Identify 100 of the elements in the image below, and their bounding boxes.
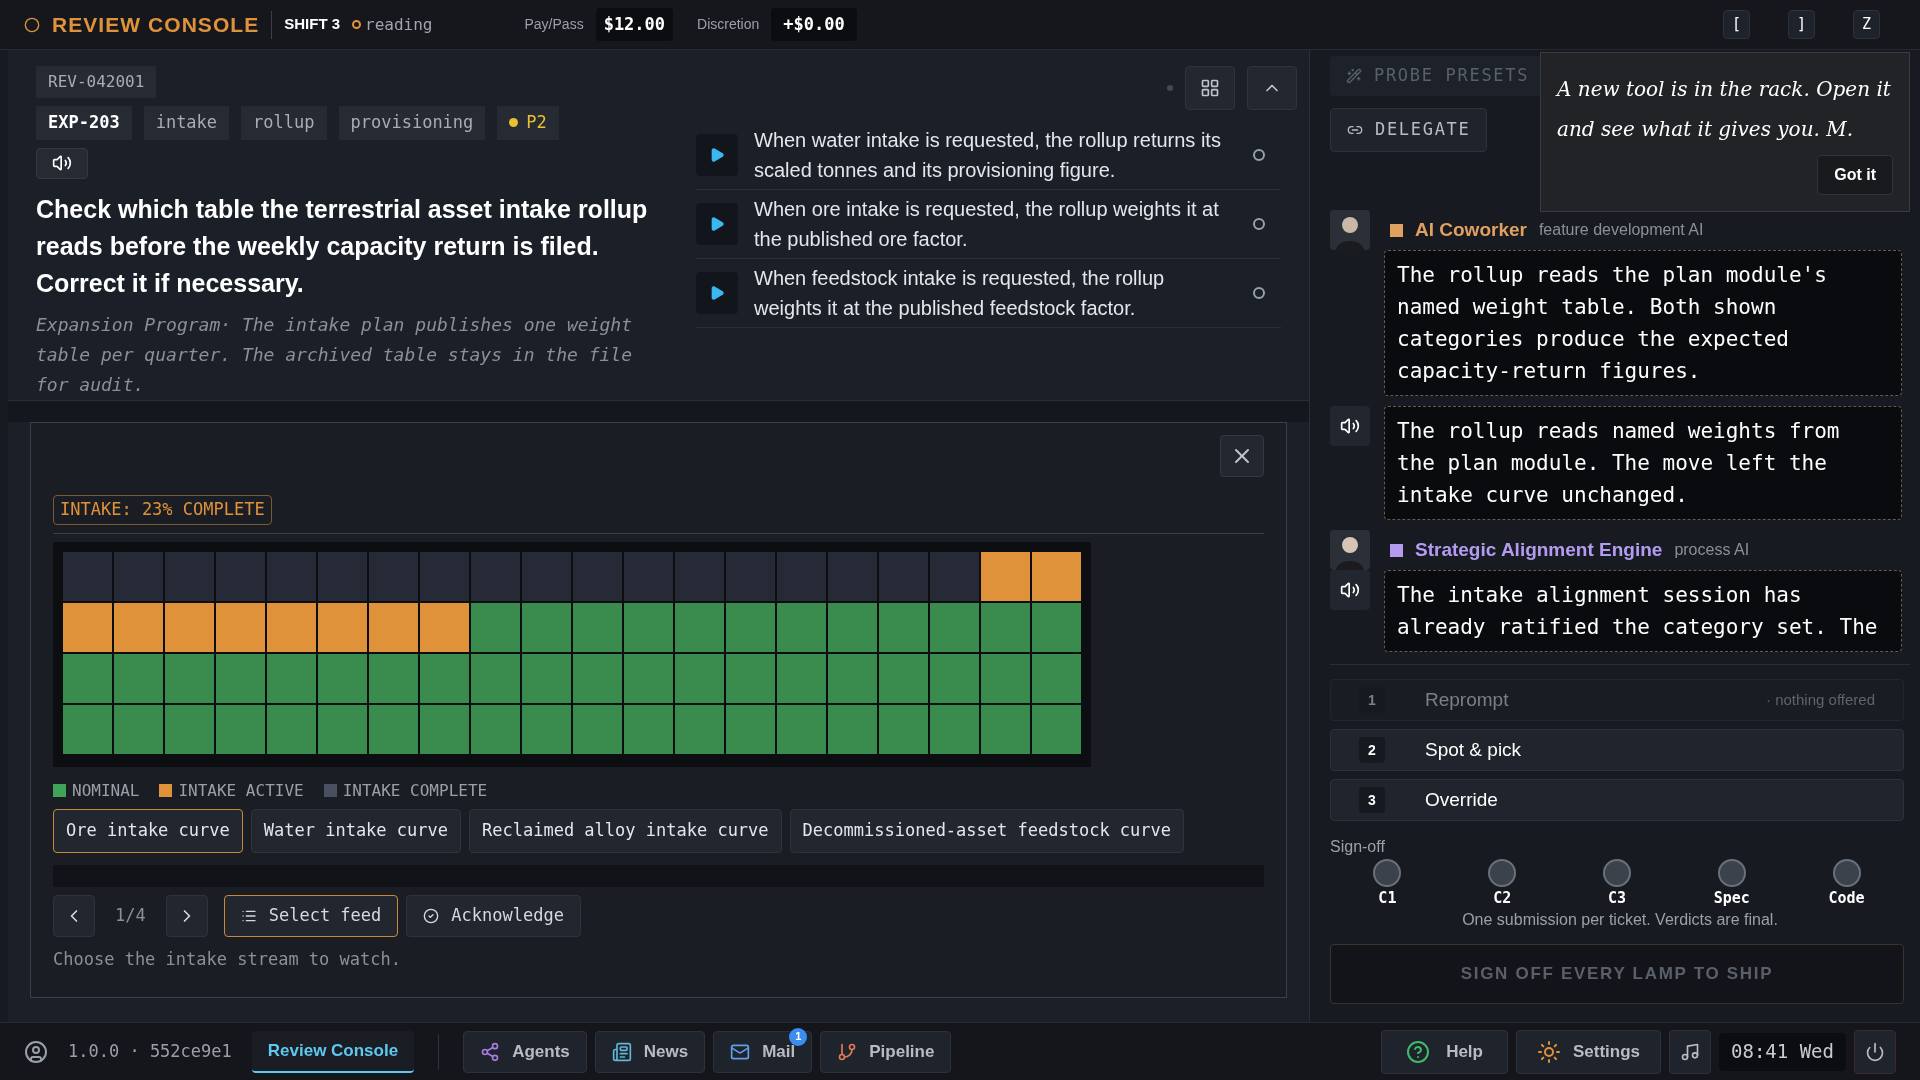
action-option[interactable]: 3 Override [1330, 779, 1904, 821]
grid-cell [828, 653, 877, 703]
help-button[interactable]: Help [1381, 1029, 1508, 1074]
music-note-icon [1680, 1041, 1701, 1062]
agent-role: process AI [1674, 540, 1750, 560]
signoff-lamp[interactable] [1373, 859, 1402, 887]
taskbar-app[interactable]: Review Console [251, 1030, 415, 1073]
play-button[interactable] [696, 134, 738, 176]
grid-cell [216, 653, 265, 703]
grid-cell [1032, 653, 1081, 703]
speaker-button[interactable] [1330, 406, 1370, 446]
play-icon [709, 216, 725, 232]
grid-cell [63, 653, 112, 703]
grid-cell [624, 551, 673, 601]
play-icon [709, 147, 725, 163]
grid-cell [318, 653, 367, 703]
grid-cell [165, 602, 214, 652]
grid-cell [573, 551, 622, 601]
grid-cell [828, 551, 877, 601]
topic-tag: rollup [241, 106, 327, 140]
grid-cell [369, 704, 418, 754]
play-button[interactable] [696, 203, 738, 245]
curve-tab[interactable]: Decommissioned-asset feedstock curve [789, 808, 1185, 853]
grid-cell [471, 704, 520, 754]
close-button[interactable] [1220, 435, 1264, 477]
clock: 08:41 Wed [1719, 1032, 1846, 1071]
check-circle-icon [423, 907, 440, 924]
settings-button[interactable]: Settings [1516, 1029, 1662, 1074]
context-text: Expansion Program· The intake plan publishes one weight table per quarter. The archived table stays in the file for audit. [36, 313, 634, 397]
grid-cell [981, 602, 1030, 652]
grid-icon [1200, 78, 1220, 98]
shift-label: SHIFT 3 [284, 14, 341, 35]
taskbar-app[interactable]: Agents [463, 1030, 587, 1073]
logo-icon [24, 16, 40, 33]
agent-role: feature development AI [1538, 220, 1704, 240]
play-button[interactable] [696, 272, 738, 314]
message-bubble: The intake alignment session has already ratified the category set. The [1384, 570, 1902, 652]
lamp-label: Spec [1713, 888, 1750, 909]
key-cap[interactable]: Z [1852, 10, 1880, 39]
newspaper-icon [611, 1041, 632, 1062]
grid-cell [114, 704, 163, 754]
grid-cell [981, 653, 1030, 703]
claim-radio[interactable] [1253, 149, 1265, 161]
grid-cell [981, 551, 1030, 601]
signoff-note: One submission per ticket. Verdicts are final. [1461, 909, 1779, 930]
signoff-lamp[interactable] [1488, 859, 1517, 887]
grid-cell [1032, 551, 1081, 601]
grid-view-button[interactable] [1185, 66, 1235, 110]
music-button[interactable] [1669, 1029, 1712, 1074]
speaker-icon [1340, 580, 1360, 600]
action-option[interactable]: 2 Spot & pick [1330, 729, 1904, 771]
grid-cell [114, 551, 163, 601]
taskbar-app[interactable]: Pipeline [820, 1030, 952, 1073]
grid-cell [879, 653, 928, 703]
legend-label: INTAKE ACTIVE [178, 779, 304, 802]
grid-cell [114, 653, 163, 703]
grid-cell [63, 602, 112, 652]
grid-cell [828, 602, 877, 652]
got-it-button[interactable]: Got it [1817, 155, 1893, 195]
grid-cell [522, 602, 571, 652]
signoff-lamp[interactable] [1717, 859, 1746, 887]
grid-cell [369, 653, 418, 703]
grid-cell [930, 704, 979, 754]
signoff-lamp[interactable] [1603, 859, 1631, 887]
key-cap[interactable]: [ [1722, 10, 1750, 39]
grid-cell [573, 602, 622, 652]
taskbar-app[interactable]: News [594, 1030, 706, 1073]
select-feed-button[interactable]: Select feed [223, 894, 399, 937]
signoff-lamp[interactable] [1832, 859, 1861, 887]
claim-radio[interactable] [1253, 218, 1265, 230]
unread-badge: 1 [789, 1027, 808, 1046]
grid-cell [726, 704, 775, 754]
taskbar-app[interactable]: Mail 1 [713, 1030, 813, 1073]
speaker-icon [52, 153, 72, 174]
lamp-label: C1 [1378, 888, 1397, 909]
nodes-icon [480, 1041, 501, 1062]
grid-cell [216, 704, 265, 754]
curve-tab[interactable]: Ore intake curve [53, 808, 243, 853]
topic-tag: intake [143, 106, 230, 140]
grid-cell [675, 602, 724, 652]
speaker-button[interactable] [1330, 570, 1370, 610]
claim-text: When ore intake is requested, the rollup weights it at the published ore factor. [754, 197, 1220, 252]
grid-cell [777, 653, 826, 703]
power-button[interactable] [1854, 1029, 1896, 1074]
acknowledge-button[interactable]: Acknowledge [406, 894, 581, 937]
lamp-label: Code [1828, 888, 1865, 909]
grid-cell [267, 602, 316, 652]
grid-cell [63, 704, 112, 754]
delegate-button[interactable]: DELEGATE [1330, 108, 1488, 152]
grid-cell [726, 602, 775, 652]
curve-tab[interactable]: Reclaimed alloy intake curve [469, 808, 782, 853]
speaker-button[interactable] [36, 147, 88, 179]
grid-cell [624, 602, 673, 652]
curve-tab[interactable]: Water intake curve [250, 808, 461, 853]
grid-cell [318, 551, 367, 601]
key-cap[interactable]: ] [1787, 10, 1815, 39]
claim-text: When water intake is requested, the rollup returns its scaled tonnes and its provisioning figure. [754, 128, 1222, 183]
grid-cell [675, 551, 724, 601]
claim-radio[interactable] [1253, 287, 1265, 299]
grid-cell [420, 653, 469, 703]
